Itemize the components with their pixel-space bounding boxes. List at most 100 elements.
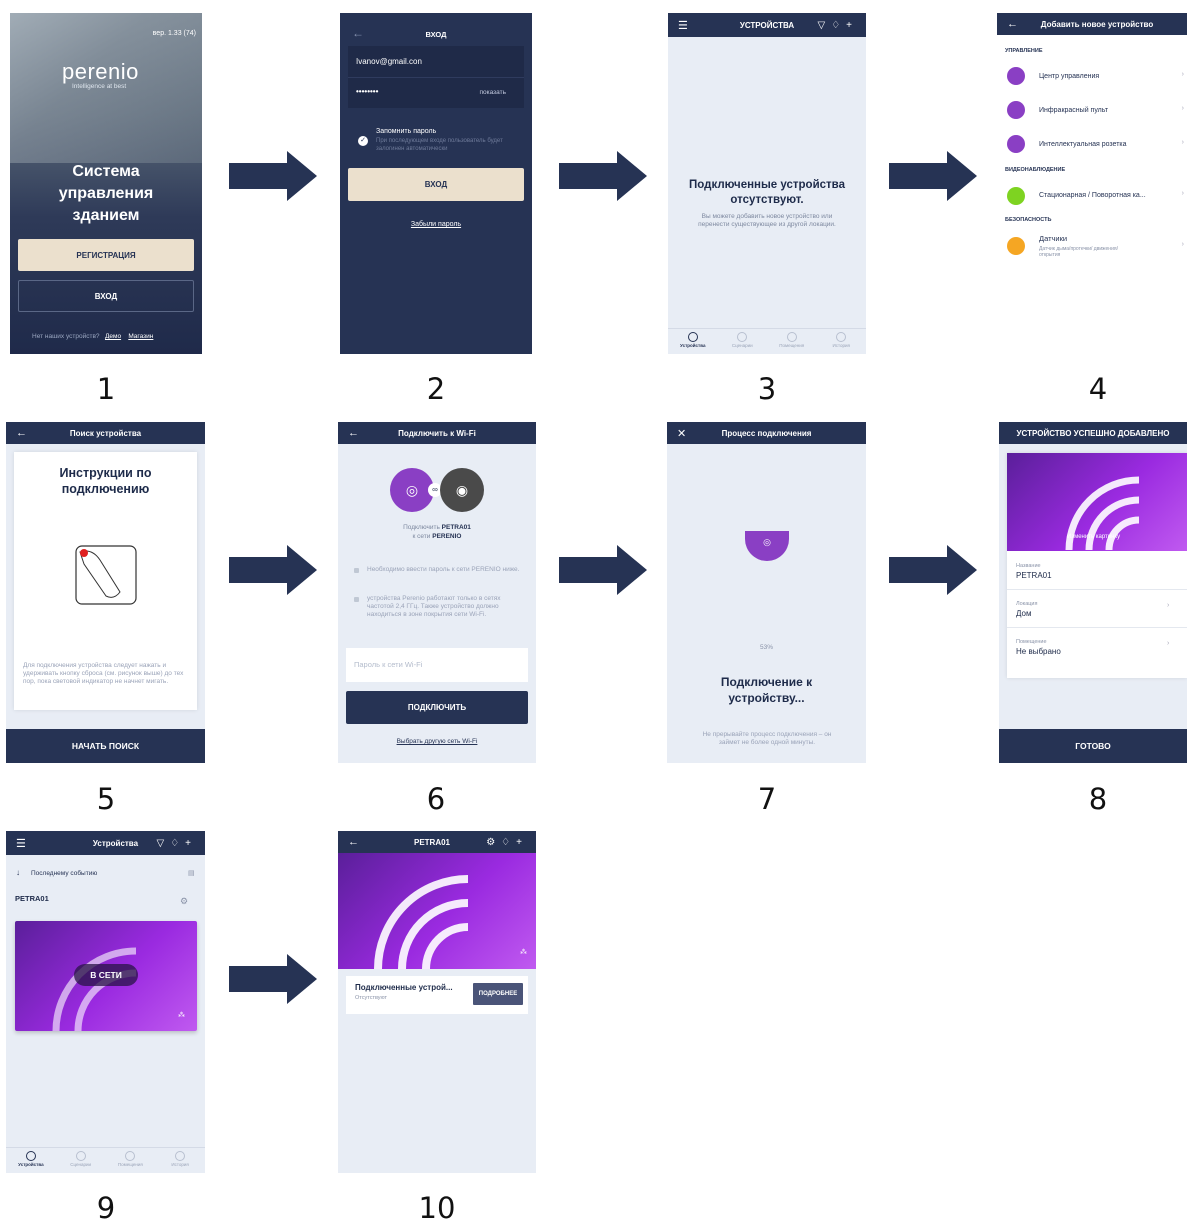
step-number: 2	[426, 372, 446, 406]
tab-scenarios[interactable]: Сценарии	[56, 1148, 106, 1173]
register-button[interactable]: РЕГИСТРАЦИЯ	[18, 239, 194, 271]
menu-icon[interactable]: ☰	[678, 19, 688, 32]
sort-label[interactable]: Последнему событию	[31, 870, 97, 877]
wifi-password-input[interactable]: Пароль к сети Wi-Fi	[346, 648, 528, 682]
wifi-arc-graphic	[374, 875, 469, 969]
location-value[interactable]: Дом	[1016, 609, 1031, 618]
screen-title: Добавить новое устройство	[1040, 19, 1154, 29]
header-icons[interactable]: ▽♢+	[818, 20, 859, 31]
chevron-right-icon: ›	[1181, 139, 1184, 146]
screen-title: УСТРОЙСТВА	[739, 20, 795, 30]
other-network-link[interactable]: Выбрать другую сеть Wi-Fi	[338, 738, 536, 745]
chevron-right-icon: ›	[1181, 71, 1184, 78]
done-button[interactable]: ГОТОВО	[999, 729, 1187, 763]
arrow-right-icon	[559, 151, 647, 201]
tab-devices[interactable]: Устройства	[668, 329, 718, 354]
perenio-logo: perenio	[62, 59, 139, 84]
email-field[interactable]: Ivanov@gmail.con	[356, 57, 422, 66]
step-number: 8	[1088, 782, 1108, 816]
login-submit-button[interactable]: ВХОД	[348, 168, 524, 201]
section-control: УПРАВЛЕНИЕ	[1005, 48, 1043, 54]
menu-icon[interactable]: ☰	[16, 837, 26, 850]
section-security: БЕЗОПАСНОСТЬ	[1005, 217, 1052, 223]
back-arrow-icon[interactable]: ←	[348, 427, 359, 439]
version-label: вер. 1.33 (74)	[152, 30, 196, 37]
connecting-note: Не прерывайте процесс подключения – он з…	[702, 731, 832, 746]
connecting-heading: Подключение к устройству...	[720, 675, 813, 705]
device-progress-icon: ◎	[745, 531, 789, 561]
title-line-1: Система	[72, 163, 140, 180]
change-picture-link[interactable]: Изменить картинку	[1067, 534, 1120, 540]
card-subtitle: Отсутствуют	[355, 995, 388, 1001]
name-value[interactable]: PETRA01	[1016, 571, 1052, 580]
screen-6-wifi: ← Подключить к Wi-Fi ◎ ∞ ◉ Подключить PE…	[338, 422, 536, 763]
divider	[1007, 627, 1187, 628]
screen-title: ВХОД	[425, 30, 447, 39]
tab-scenarios[interactable]: Сценарии	[718, 329, 768, 354]
sensor-icon	[1007, 237, 1025, 255]
connect-line-1: Подключить PETRA01	[403, 524, 471, 531]
devices-icon	[687, 332, 698, 342]
back-arrow-icon[interactable]: ←	[1007, 18, 1018, 30]
screen-title: Поиск устройства	[69, 428, 142, 438]
step-number: 6	[426, 782, 446, 816]
chevron-right-icon: ›	[1167, 602, 1170, 609]
screen-5-instructions: ← Поиск устройства Инструкции по подключ…	[6, 422, 205, 763]
rooms-icon	[125, 1151, 136, 1161]
list-item-ir[interactable]: Инфракрасный пульт	[1039, 107, 1108, 114]
sort-arrow-icon[interactable]: ↓	[16, 868, 20, 877]
note-2: устройства Perenio работают только в сет…	[367, 595, 501, 618]
demo-link[interactable]: Демо	[105, 333, 121, 340]
devices-icon	[25, 1151, 36, 1161]
history-icon	[836, 332, 847, 342]
arrow-right-icon	[889, 545, 977, 595]
details-button[interactable]: ПОДРОБНЕЕ	[473, 983, 523, 1005]
chevron-right-icon: ›	[1181, 241, 1184, 248]
bullet-icon	[354, 568, 359, 573]
checkbox-remember[interactable]: ✓	[358, 136, 368, 146]
screen-9-devices: ☰ Устройства ▽♢+ ↓ Последнему событию ▤ …	[6, 831, 205, 1173]
no-devices-text: Нет наших устройств?	[32, 333, 100, 340]
tab-devices[interactable]: Устройства	[6, 1148, 56, 1173]
show-password-toggle[interactable]: показать	[480, 89, 506, 96]
forgot-password-link[interactable]: Забыли пароль	[340, 221, 532, 228]
history-icon	[175, 1151, 186, 1161]
tab-history[interactable]: История	[817, 329, 867, 354]
scenarios-icon	[737, 332, 748, 342]
screen-3-devices-empty: ☰ УСТРОЙСТВА ▽♢+ Подключенные устройства…	[668, 13, 866, 354]
step-number: 7	[757, 782, 777, 816]
list-item-plug[interactable]: Интеллектуальная розетка	[1039, 141, 1127, 148]
screen-2-login: ← ВХОД Ivanov@gmail.con •••••••• показат…	[340, 13, 532, 354]
list-item-hub[interactable]: Центр управления	[1039, 73, 1099, 80]
settings-gear-icon[interactable]: ⚙	[180, 896, 188, 907]
connect-button[interactable]: ПОДКЛЮЧИТЬ	[346, 691, 528, 724]
back-arrow-icon[interactable]: ←	[16, 427, 27, 439]
step-number: 1	[96, 372, 116, 406]
grid-view-icon[interactable]: ▤	[188, 869, 195, 877]
device-name: PETRA01	[15, 894, 49, 903]
list-item-sensors[interactable]: Датчики	[1039, 234, 1067, 243]
login-button[interactable]: ВХОД	[18, 280, 194, 312]
name-label: Название	[1016, 563, 1041, 569]
shop-link[interactable]: Магазин	[128, 333, 153, 340]
header-icons[interactable]: ▽♢+	[157, 838, 198, 849]
ir-remote-icon	[1007, 101, 1025, 119]
tab-history[interactable]: История	[155, 1148, 205, 1173]
screen-title: УСТРОЙСТВО УСПЕШНО ДОБАВЛЕНО	[1016, 428, 1170, 438]
hub-icon	[1007, 67, 1025, 85]
close-icon[interactable]: ✕	[677, 427, 686, 440]
divider	[1007, 589, 1187, 590]
password-field[interactable]: ••••••••	[356, 87, 378, 96]
tab-rooms[interactable]: Помещения	[767, 329, 817, 354]
bottom-tab-bar: Устройства Сценарии Помещения История	[668, 328, 866, 354]
start-search-button[interactable]: НАЧАТЬ ПОИСК	[6, 729, 205, 763]
tab-rooms[interactable]: Помещения	[106, 1148, 156, 1173]
list-item-camera[interactable]: Стационарная / Поворотная ка...	[1039, 192, 1146, 199]
step-number: 9	[96, 1191, 116, 1225]
bottom-tab-bar: Устройства Сценарии Помещения История	[6, 1147, 205, 1173]
sensors-subtitle: Датчик дыма/протечки/ движения/открытия	[1039, 246, 1118, 258]
step-number: 4	[1088, 372, 1108, 406]
header-icons[interactable]: ⚙♢+	[486, 837, 528, 848]
back-arrow-icon[interactable]: ←	[348, 836, 359, 848]
room-value[interactable]: Не выбрано	[1016, 647, 1061, 656]
